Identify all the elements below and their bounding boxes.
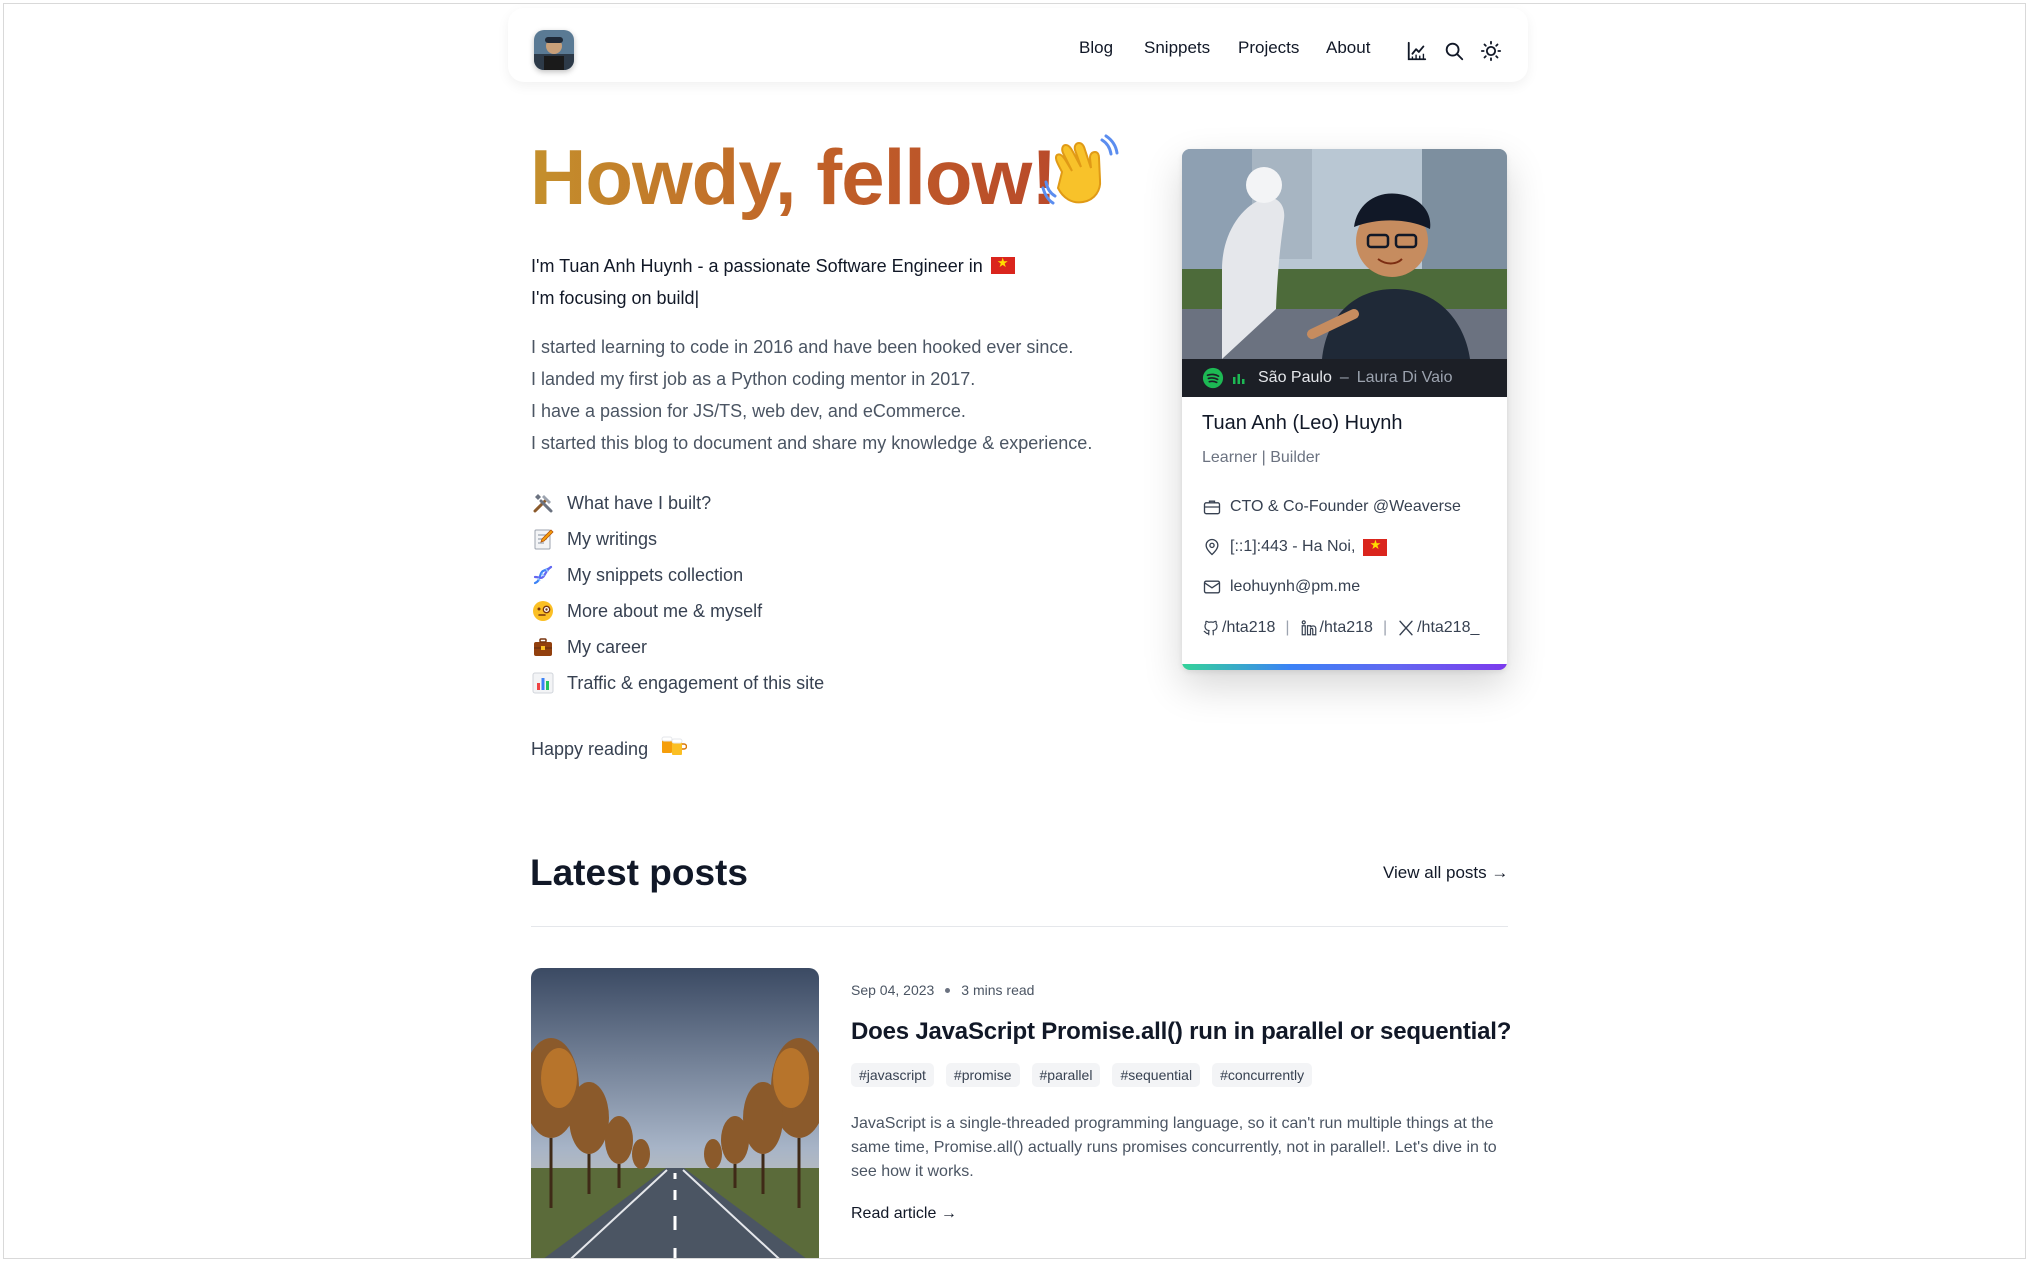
link-label: My career bbox=[567, 636, 648, 657]
vietnam-flag-icon bbox=[1363, 537, 1388, 556]
link-label: More about me & myself bbox=[567, 600, 763, 621]
equalizer-icon bbox=[1233, 374, 1245, 384]
post-tag[interactable]: #sequential bbox=[1112, 1063, 1201, 1087]
profile-job: CTO & Co-Founder @Weaverse bbox=[1202, 496, 1461, 518]
intro-line-1: I'm Tuan Anh Huynh - a passionate Softwa… bbox=[531, 255, 1015, 277]
social-separator: | bbox=[1285, 619, 1290, 636]
link-about[interactable]: More about me & myself bbox=[531, 597, 762, 625]
bar-chart-emoji-icon bbox=[532, 672, 554, 694]
link-label: What have I built? bbox=[567, 492, 712, 513]
closing-text: Happy reading bbox=[531, 739, 649, 759]
link-label: Traffic & engagement of this site bbox=[567, 672, 825, 693]
post-meta: Sep 04, 2023 3 mins read bbox=[851, 982, 1034, 998]
monocle-face-emoji-icon bbox=[533, 601, 553, 621]
bio-paragraph: I landed my first job as a Python coding… bbox=[531, 369, 976, 389]
link-analytics[interactable]: Traffic & engagement of this site bbox=[531, 669, 824, 697]
nav-snippets[interactable]: Snippets bbox=[1144, 38, 1210, 58]
theme-toggle-icon[interactable] bbox=[1480, 40, 1502, 62]
nav-about[interactable]: About bbox=[1326, 38, 1370, 58]
page: Blog Snippets Projects About Howdy, fell… bbox=[3, 3, 2026, 1259]
post-title[interactable]: Does JavaScript Promise.all() run in par… bbox=[851, 1018, 1511, 1046]
github-icon bbox=[1203, 620, 1218, 636]
post-tag[interactable]: #concurrently bbox=[1212, 1063, 1313, 1087]
site-logo-avatar[interactable] bbox=[534, 30, 574, 70]
bio-paragraph: I started this blog to document and shar… bbox=[531, 433, 1093, 453]
closing-line: Happy reading bbox=[531, 731, 688, 760]
profile-card: São Paulo – Laura Di Vaio Tuan Anh (Leo)… bbox=[1182, 149, 1507, 670]
search-icon[interactable] bbox=[1443, 40, 1465, 62]
link-career[interactable]: My career bbox=[531, 633, 647, 661]
latest-posts-heading: Latest posts bbox=[530, 852, 748, 893]
link-label: My snippets collection bbox=[567, 564, 744, 585]
social-links: /hta218 | /hta218 | /hta218_ bbox=[1202, 617, 1479, 639]
memo-emoji-icon bbox=[534, 529, 554, 550]
spotify-icon bbox=[1202, 367, 1224, 389]
analytics-icon[interactable] bbox=[1406, 40, 1428, 62]
hero-title: Howdy, fellow! bbox=[530, 133, 1057, 221]
post-tag[interactable]: #parallel bbox=[1031, 1063, 1101, 1087]
meta-dot bbox=[945, 988, 951, 993]
link-label: My writings bbox=[567, 528, 658, 549]
now-playing-separator: – bbox=[1339, 369, 1349, 386]
profile-email[interactable]: leohuynh@pm.me bbox=[1202, 576, 1360, 598]
site-header: Blog Snippets Projects About bbox=[508, 8, 1528, 82]
vietnam-flag-icon bbox=[990, 255, 1015, 274]
read-article-link[interactable]: Read article → bbox=[851, 1205, 957, 1223]
tools-emoji-icon bbox=[533, 494, 553, 513]
nav-blog[interactable]: Blog bbox=[1079, 38, 1113, 58]
social-separator: | bbox=[1382, 619, 1388, 636]
profile-name: Tuan Anh (Leo) Huynh bbox=[1202, 412, 1403, 434]
post-tag[interactable]: #javascript bbox=[851, 1063, 934, 1087]
x-twitter-icon bbox=[1399, 620, 1413, 636]
linkedin-link[interactable]: /hta218 bbox=[1320, 619, 1373, 637]
post-excerpt: JavaScript is a single-threaded programm… bbox=[851, 1115, 1497, 1180]
view-all-posts-link[interactable]: View all posts → bbox=[1383, 863, 1508, 883]
intro-text: I'm Tuan Anh Huynh - a passionate Softwa… bbox=[531, 256, 983, 276]
profile-photo bbox=[1182, 149, 1507, 359]
post-read-time: 3 mins read bbox=[961, 982, 1035, 998]
bio-paragraph: I have a passion for JS/TS, web dev, and… bbox=[531, 401, 966, 421]
now-playing-bar[interactable]: São Paulo – Laura Di Vaio bbox=[1182, 359, 1507, 397]
briefcase-icon bbox=[1203, 500, 1221, 515]
card-gradient-bar bbox=[1182, 664, 1507, 670]
section-divider bbox=[531, 926, 1508, 927]
post-thumbnail[interactable] bbox=[531, 968, 819, 1258]
now-playing-song: São Paulo bbox=[1258, 369, 1332, 386]
briefcase-emoji-icon bbox=[534, 638, 552, 656]
twitter-link[interactable]: /hta218_ bbox=[1417, 619, 1479, 637]
profile-location-text: [::1]:443 - Ha Noi, bbox=[1230, 538, 1356, 555]
post-tag[interactable]: #promise bbox=[945, 1063, 1020, 1087]
nav-projects[interactable]: Projects bbox=[1238, 38, 1299, 58]
post-tags: #javascript #promise #parallel #sequenti… bbox=[851, 1063, 1324, 1087]
post-date: Sep 04, 2023 bbox=[851, 982, 935, 998]
beer-mugs-icon bbox=[661, 736, 688, 755]
link-snippets[interactable]: My snippets collection bbox=[531, 561, 743, 589]
bio-paragraph: I started learning to code in 2016 and h… bbox=[531, 337, 1074, 357]
profile-role: Learner | Builder bbox=[1202, 449, 1320, 466]
now-playing-artist: Laura Di Vaio bbox=[1356, 369, 1453, 386]
github-link[interactable]: /hta218 bbox=[1222, 619, 1275, 637]
map-pin-icon bbox=[1205, 538, 1219, 556]
link-projects[interactable]: What have I built? bbox=[531, 489, 711, 517]
linkedin-icon bbox=[1301, 620, 1316, 636]
intro-line-2: I'm focusing on build| bbox=[531, 288, 700, 308]
link-blog[interactable]: My writings bbox=[531, 525, 657, 553]
profile-location: [::1]:443 - Ha Noi, bbox=[1202, 536, 1388, 558]
profile-job-text: CTO & Co-Founder @Weaverse bbox=[1230, 498, 1461, 515]
profile-email-text: leohuynh@pm.me bbox=[1230, 578, 1361, 595]
dna-emoji-icon bbox=[533, 565, 553, 585]
waving-hand-icon bbox=[1041, 134, 1119, 205]
mail-icon bbox=[1203, 580, 1221, 594]
